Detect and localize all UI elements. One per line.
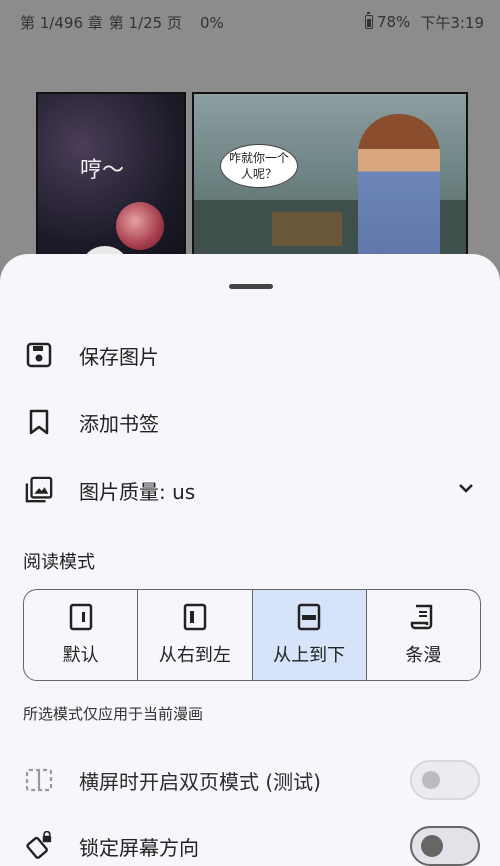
toggle-knob — [422, 771, 440, 789]
progress-percent: 0% — [200, 13, 224, 32]
system-status: 78% 下午3:19 — [364, 12, 484, 33]
speech-bubble: 咋就你一个人呢？ — [220, 144, 298, 188]
status-bar: 第 1/496 章第 1/25 页 0% 78% 下午3:19 — [0, 0, 500, 44]
single-page-icon — [69, 603, 92, 631]
comic-panel-night: 哼～ — [36, 92, 186, 272]
reading-mode-selector: 默认 从右到左 从上到下 条漫 — [23, 589, 481, 681]
image-quality-dropdown[interactable]: 图片质量: us — [0, 460, 500, 520]
right-to-left-icon — [183, 603, 207, 631]
dual-page-icon — [25, 766, 53, 794]
add-bookmark-button[interactable]: 添加书签 — [0, 392, 500, 452]
mode-webtoon-button[interactable]: 条漫 — [367, 590, 480, 680]
toggle-knob — [421, 835, 443, 857]
screen-rotation-lock-icon — [25, 831, 53, 860]
save-image-button[interactable]: 保存图片 — [0, 325, 500, 385]
scroll-strip-icon — [411, 604, 433, 630]
drag-handle[interactable] — [229, 284, 273, 289]
dual-page-setting[interactable]: 横屏时开启双页模式 (测试) — [0, 750, 500, 810]
reading-mode-hint: 所选模式仅应用于当前漫画 — [23, 705, 204, 723]
mode-rtl-label: 从右到左 — [158, 645, 231, 666]
page-indicator: 第 1/25 页 — [108, 13, 182, 32]
image-quality-label: 图片质量: us — [79, 479, 196, 504]
battery-level: 78% — [376, 13, 411, 31]
mode-default-button[interactable]: 默认 — [24, 590, 139, 680]
chevron-down-icon — [455, 477, 477, 503]
comic-panel-room: 咋就你一个人呢？ — [192, 92, 468, 272]
bookmark-icon — [25, 408, 53, 436]
clock: 下午3:19 — [420, 13, 484, 32]
mode-webtoon-label: 条漫 — [405, 645, 442, 666]
mode-rtl-button[interactable]: 从右到左 — [138, 590, 253, 680]
comic-page[interactable]: 哼～ 咋就你一个人呢？ — [0, 44, 500, 274]
lock-orientation-setting[interactable]: 锁定屏幕方向 — [0, 816, 500, 866]
lock-orientation-label: 锁定屏幕方向 — [79, 835, 199, 860]
image-gallery-icon — [25, 476, 53, 504]
reader-options-sheet: 保存图片 添加书签 图片质量: us 阅读模式 默认 从右到左 从上到下 条漫 … — [0, 254, 500, 866]
reading-mode-title: 阅读模式 — [23, 552, 95, 573]
save-image-label: 保存图片 — [79, 344, 159, 369]
dual-page-label: 横屏时开启双页模式 (测试) — [79, 769, 321, 794]
reading-progress: 第 1/496 章第 1/25 页 0% — [20, 12, 242, 33]
moon-image — [116, 202, 164, 250]
battery-icon — [364, 12, 373, 29]
dual-page-toggle[interactable] — [410, 760, 480, 800]
top-to-bottom-icon — [297, 603, 321, 631]
comic-sfx: 哼～ — [80, 158, 125, 183]
character-figure — [358, 114, 440, 270]
room-desk — [272, 212, 342, 246]
save-icon — [25, 341, 53, 369]
lock-orientation-toggle[interactable] — [410, 826, 480, 866]
chapter-indicator: 第 1/496 章 — [20, 13, 103, 32]
add-bookmark-label: 添加书签 — [79, 411, 159, 436]
mode-default-label: 默认 — [62, 645, 99, 666]
mode-vertical-button[interactable]: 从上到下 — [252, 590, 367, 680]
mode-vertical-label: 从上到下 — [273, 645, 346, 666]
